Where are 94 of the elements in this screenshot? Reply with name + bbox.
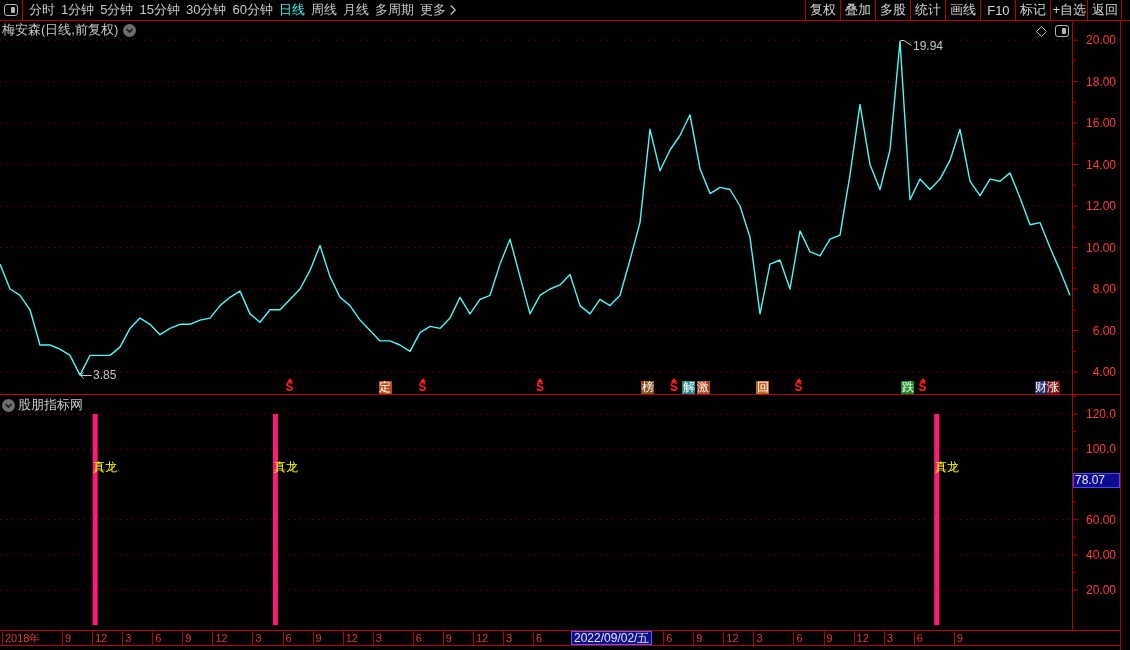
- axis-label: 9: [62, 631, 72, 645]
- signal-letter: S: [794, 382, 803, 393]
- signal-letter: S: [536, 382, 544, 393]
- axis-label: 4.00: [1092, 365, 1116, 379]
- axis-label: 20.00: [1085, 583, 1116, 597]
- axis-label: 12.00: [1085, 199, 1116, 214]
- period-tab[interactable]: 15分钟: [136, 0, 183, 20]
- event-tag: 激: [696, 381, 710, 394]
- event-tag: 定: [378, 381, 392, 394]
- axis-label: 12: [92, 631, 108, 645]
- axis-label: 40.00: [1085, 547, 1116, 562]
- period-tab[interactable]: 多周期: [371, 0, 417, 20]
- axis-label: 12: [723, 631, 739, 645]
- axis-label: 12: [342, 631, 358, 645]
- axis-label: 12: [472, 631, 489, 645]
- axis-label: 9: [953, 631, 963, 645]
- axis-label: 6: [533, 631, 543, 645]
- caret-up-icon: [537, 378, 543, 382]
- caret-up-icon: [671, 378, 677, 382]
- toolbar-button[interactable]: 标记: [1015, 0, 1051, 20]
- arrow-left-icon: [80, 371, 92, 379]
- period-tab[interactable]: 月线: [339, 0, 372, 20]
- axis-label: 9: [693, 631, 703, 645]
- axis-label: 9: [312, 631, 322, 645]
- event-tag: 榜: [641, 381, 654, 394]
- event-tag: 解: [682, 381, 695, 394]
- price-label: 3.85: [93, 369, 117, 382]
- axis-label: 6.00: [1092, 323, 1116, 338]
- signal-letter: S: [285, 382, 294, 393]
- event-tag: 财: [1034, 381, 1048, 394]
- panel-toggle-icon[interactable]: [1055, 25, 1069, 37]
- period-tab[interactable]: 周线: [307, 0, 340, 20]
- axis-label: 120.0: [1085, 407, 1116, 421]
- price-label: 19.94: [913, 40, 944, 53]
- axis-label: 20.00: [1085, 33, 1116, 48]
- axis-label: 6: [663, 631, 673, 645]
- toolbar-button[interactable]: +自选: [1050, 0, 1087, 20]
- period-tab[interactable]: 30分钟: [182, 0, 230, 20]
- diamond-icon[interactable]: [1036, 25, 1047, 37]
- axis-label: 12: [212, 631, 228, 645]
- toolbar-button[interactable]: 多股: [875, 0, 911, 20]
- axis-label: 60.00: [1085, 512, 1116, 527]
- axis-label: 3: [502, 631, 513, 645]
- indicator-title: 股朋指标网: [18, 397, 83, 413]
- axis-label: 9: [182, 631, 192, 645]
- axis-label: 3: [883, 631, 893, 645]
- axis-label: 6: [282, 631, 292, 645]
- axis-label: 3: [372, 631, 382, 645]
- period-tab[interactable]: 日线: [275, 0, 308, 20]
- event-tag: 回: [756, 381, 769, 394]
- axis-label: 12: [853, 631, 869, 645]
- axis-label: 14.00: [1085, 157, 1116, 172]
- axis-label: 10.00: [1085, 240, 1116, 255]
- caret-up-icon: [286, 378, 293, 382]
- caret-up-icon: [795, 378, 802, 382]
- toolbar-button[interactable]: 复权: [805, 0, 841, 20]
- toolbar-button[interactable]: 统计: [910, 0, 946, 20]
- axis-label: 9: [823, 631, 833, 645]
- axis-label: 6: [913, 631, 923, 645]
- signal-letter: S: [918, 382, 927, 393]
- axis-label: 3: [252, 631, 262, 645]
- chart-title: 梅安森(日线,前复权): [2, 22, 119, 38]
- axis-label: 3: [122, 631, 132, 645]
- axis-label: 18.00: [1085, 74, 1116, 89]
- dropdown-icon[interactable]: [2, 398, 15, 412]
- signal-letter: S: [670, 382, 678, 393]
- toolbar-button[interactable]: 返回: [1087, 0, 1122, 20]
- axis-label: 6: [152, 631, 162, 645]
- toolbar-button[interactable]: F10: [980, 0, 1016, 20]
- period-tab[interactable]: 1分钟: [58, 0, 98, 20]
- value-badge: 78.07: [1073, 473, 1120, 488]
- toolbar-button[interactable]: 画线: [945, 0, 981, 20]
- dropdown-icon[interactable]: [123, 23, 137, 37]
- caret-up-icon: [919, 378, 926, 382]
- panel-toggle-icon[interactable]: [4, 4, 18, 16]
- event-tag: 跌: [901, 381, 914, 394]
- period-tab[interactable]: 分时: [26, 0, 58, 20]
- axis-label: 2018年: [2, 631, 41, 645]
- axis-label: 6: [412, 631, 422, 645]
- axis-label: 8.00: [1092, 282, 1116, 296]
- signal-letter: S: [418, 382, 427, 393]
- axis-label: 9: [442, 631, 452, 645]
- date-cursor-label: 2022/09/02/五: [571, 631, 653, 645]
- axis-label: 100.0: [1085, 442, 1116, 457]
- period-tab[interactable]: 5分钟: [97, 0, 137, 20]
- toolbar-button[interactable]: 叠加: [840, 0, 876, 20]
- axis-label: 3: [753, 631, 763, 645]
- period-tab[interactable]: 更多: [416, 0, 459, 20]
- caret-up-icon: [419, 378, 426, 382]
- chevron-right-icon: [449, 5, 456, 15]
- axis-label: 6: [793, 631, 803, 645]
- pointer-line-icon: [900, 40, 912, 47]
- period-tab[interactable]: 60分钟: [229, 0, 276, 20]
- axis-label: 16.00: [1085, 116, 1116, 131]
